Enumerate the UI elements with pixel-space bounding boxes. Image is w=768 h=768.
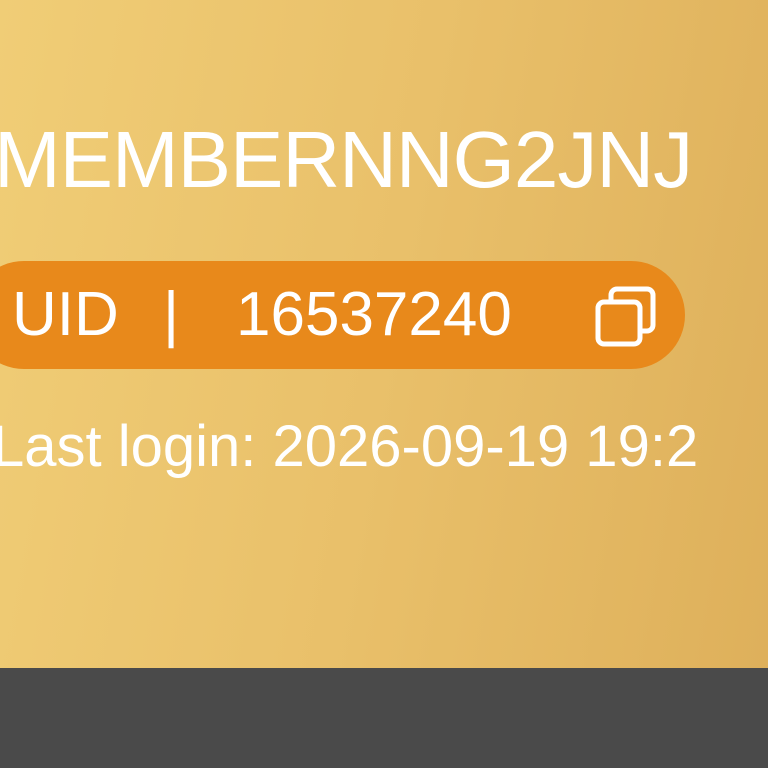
uid-value: 16537240 [236,280,512,349]
username: MEMBERNNG2JNJ [0,115,693,204]
uid-separator: | [163,280,180,349]
bottom-bar [0,668,768,768]
last-login-text: Last login: 2026-09-19 19:2 [0,414,699,479]
copy-icon[interactable] [593,282,661,350]
uid-label: UID [12,280,119,349]
uid-pill[interactable]: UID | 16537240 [0,261,685,369]
profile-header-card: MEMBERNNG2JNJ UID | 16537240 Last login:… [0,0,768,668]
